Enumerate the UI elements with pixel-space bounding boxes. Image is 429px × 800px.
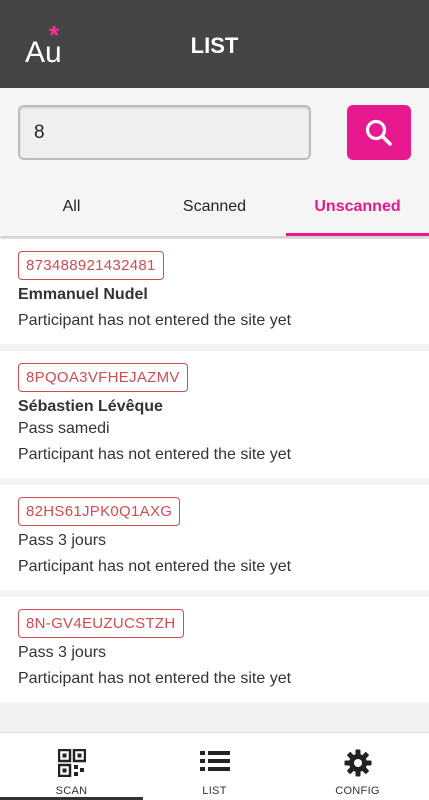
participant-name: Sébastien Lévêque [18,398,163,415]
tab-all[interactable]: All [0,176,143,236]
participant-status: Participant has not entered the site yet [18,446,292,463]
participant-card[interactable]: 8N-GV4EUZUCSTZH Pass 3 jours Participant… [0,597,429,702]
nav-scan-label: SCAN [55,785,88,797]
list-icon [143,749,286,781]
nav-list-label: LIST [202,785,227,797]
nav-list[interactable]: LIST [143,733,286,800]
nav-config-label: CONFIG [335,785,380,797]
participant-name: Emmanuel Nudel [18,286,148,303]
page-title: LIST [190,33,239,58]
search-input[interactable] [18,105,311,160]
participant-pass: Pass samedi [18,420,110,437]
filter-tabs: All Scanned Unscanned [0,176,429,236]
participant-card[interactable]: 82HS61JPK0Q1AXG Pass 3 jours Participant… [0,485,429,590]
participant-card[interactable]: 873488921432481 Emmanuel Nudel Participa… [0,239,429,344]
bottom-nav: SCAN LIST CONFIG [0,732,429,800]
app-bar: Au * LIST [0,0,429,88]
qr-code-icon [0,748,143,781]
gear-icon [286,749,429,781]
tab-scanned[interactable]: Scanned [143,176,286,236]
participant-code-badge: 873488921432481 [18,251,164,280]
participant-status: Participant has not entered the site yet [18,670,292,687]
participant-status: Participant has not entered the site yet [18,558,292,575]
tab-unscanned[interactable]: Unscanned [286,176,429,236]
participant-pass: Pass 3 jours [18,532,107,549]
nav-config[interactable]: CONFIG [286,733,429,800]
participant-pass: Pass 3 jours [18,644,107,661]
participant-code-badge: 82HS61JPK0Q1AXG [18,497,181,526]
participant-card[interactable]: 8PQOA3VFHEJAZMV Sébastien Lévêque Pass s… [0,351,429,478]
participant-status: Participant has not entered the site yet [18,312,292,329]
search-icon [365,119,392,146]
search-button[interactable] [347,105,411,160]
participant-code-badge: 8N-GV4EUZUCSTZH [18,609,184,638]
participant-code-badge: 8PQOA3VFHEJAZMV [18,363,188,392]
nav-scan[interactable]: SCAN [0,733,143,800]
participant-list: 873488921432481 Emmanuel Nudel Participa… [0,239,429,731]
